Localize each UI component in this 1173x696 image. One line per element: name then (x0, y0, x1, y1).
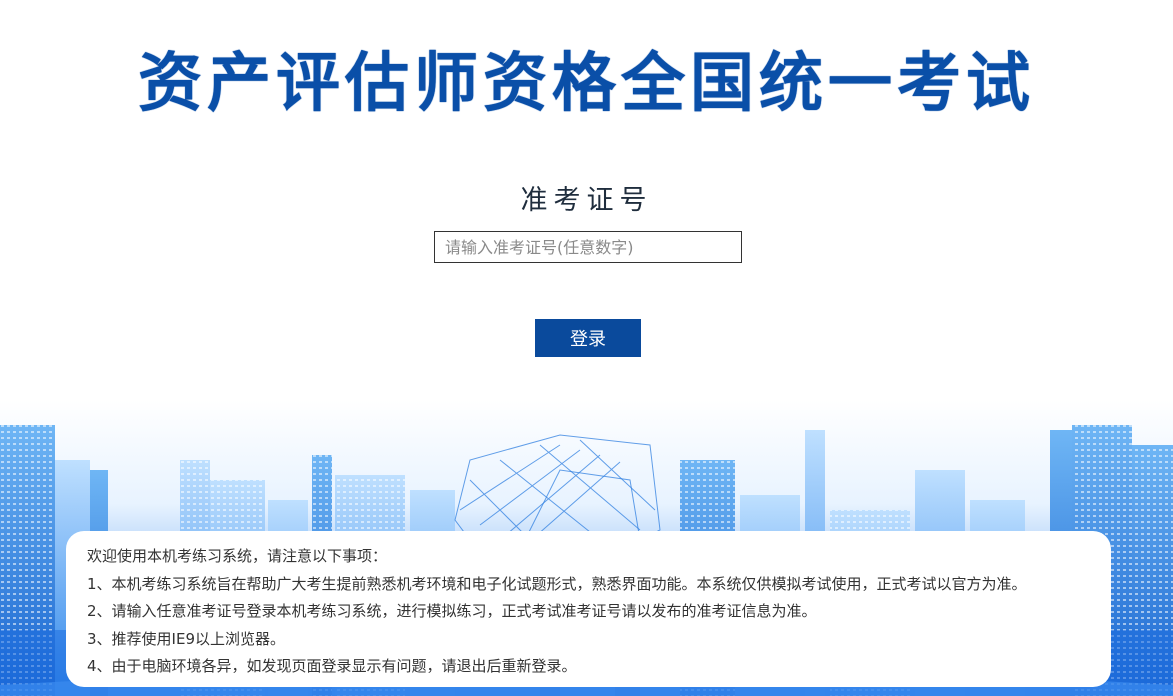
notice-item: 3、推荐使用IE9以上浏览器。 (87, 629, 285, 648)
notice-item: 1、本机考练习系统旨在帮助广大考生提前熟悉机考环境和电子化试题形式，熟悉界面功能… (87, 574, 1027, 593)
notice-panel: 欢迎使用本机考练习系统，请注意以下事项： 1、本机考练习系统旨在帮助广大考生提前… (66, 531, 1111, 687)
page-title: 资产评估师资格全国统一考试 (138, 47, 1035, 121)
notice-item: 4、由于电脑环境各异，如发现页面登录显示有问题，请退出后重新登录。 (87, 657, 577, 675)
notice-intro: 欢迎使用本机考练习系统，请注意以下事项： (87, 547, 388, 565)
ticket-number-input[interactable] (434, 231, 742, 263)
login-page: 资产评估师资格全国统一考试 准考证号 请输入准考证号(任意数字) 登录 欢迎使用… (0, 0, 1173, 696)
login-button[interactable]: 登录 (535, 319, 641, 357)
ticket-number-label: 准考证号 (520, 185, 653, 216)
notice-item: 2、请输入任意准考证号登录本机考练习系统，进行模拟练习，正式考试准考证号请以发布… (87, 602, 817, 620)
